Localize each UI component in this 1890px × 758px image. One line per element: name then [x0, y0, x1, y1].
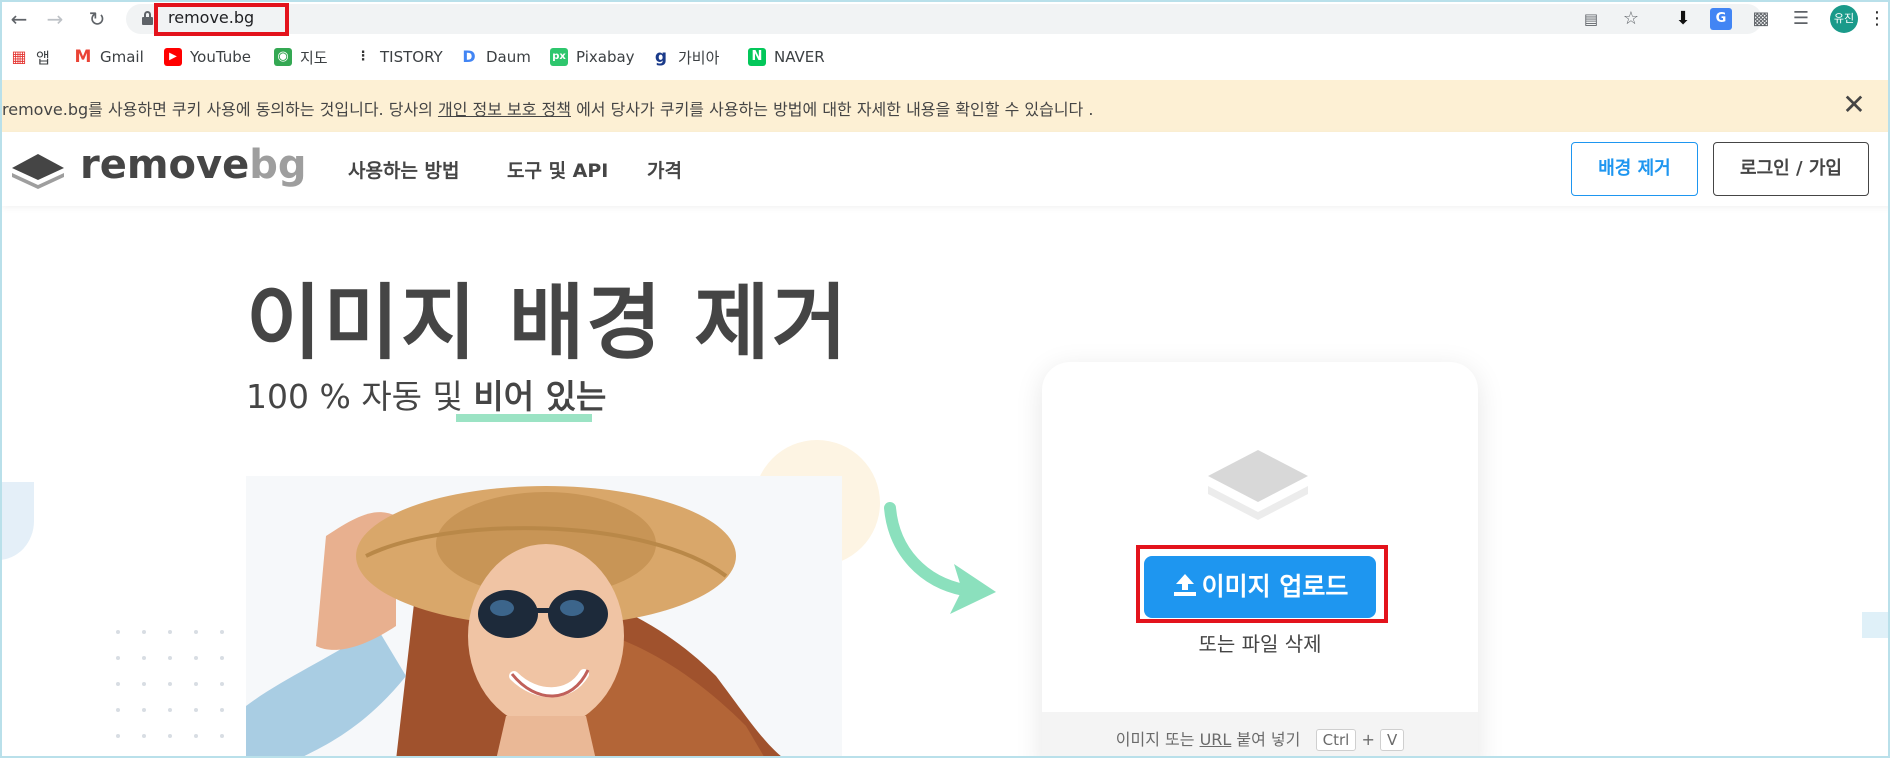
drop-file-text: 또는 파일 삭제: [1198, 632, 1322, 656]
extension-download-icon[interactable]: ⬇: [1672, 8, 1694, 30]
bookmark-label: TISTORY: [380, 48, 443, 66]
pixabay-icon: px: [550, 48, 568, 66]
dot-pattern: [116, 630, 224, 738]
reload-icon[interactable]: ↻: [84, 6, 110, 32]
site-header: removebg 사용하는 방법 도구 및 API 가격 배경 제거 로그인 /…: [2, 132, 1888, 206]
maps-icon: ◉: [274, 48, 292, 66]
lock-icon[interactable]: [142, 11, 153, 25]
bookmark-label: 지도: [300, 48, 328, 67]
paste-url-link[interactable]: URL: [1200, 730, 1232, 749]
bookmark-gabia[interactable]: g 가비아: [652, 46, 720, 68]
nav-how-to-use[interactable]: 사용하는 방법: [348, 156, 460, 183]
paste-hint: 이미지 또는 URL 붙여 넣기 Ctrl + V: [1042, 726, 1478, 751]
hero-subtitle-plain: 100 % 자동 및: [246, 377, 474, 416]
ctrl-key: Ctrl: [1315, 729, 1357, 751]
apps-grid-icon: ▦: [11, 47, 27, 66]
hero-subtitle: 100 % 자동 및 비어 있는: [246, 370, 606, 418]
remove-background-button[interactable]: 배경 제거: [1571, 142, 1698, 196]
playlist-icon[interactable]: ☰: [1790, 8, 1812, 30]
login-signup-button[interactable]: 로그인 / 가입: [1713, 142, 1869, 196]
google-translate-icon[interactable]: G: [1710, 8, 1732, 30]
plus-sign: +: [1361, 730, 1375, 749]
tistory-icon: ⋮: [356, 49, 370, 64]
bookmark-label: 가비아: [678, 48, 720, 67]
bookmark-naver[interactable]: N NAVER: [748, 46, 825, 68]
logo-text[interactable]: removebg: [80, 142, 306, 188]
bookmark-gmail[interactable]: M Gmail: [74, 46, 144, 68]
bookmark-pixabay[interactable]: px Pixabay: [550, 46, 635, 68]
v-key: V: [1379, 729, 1405, 751]
youtube-icon: ▶: [164, 48, 182, 66]
curved-arrow-icon: [884, 502, 996, 614]
address-bar[interactable]: [126, 4, 1762, 34]
cookie-banner: remove.bg를 사용하면 쿠키 사용에 동의하는 것입니다. 당사의 개인…: [2, 80, 1888, 132]
gabia-icon: g: [654, 47, 668, 67]
bookmark-apps[interactable]: ▦ 앱: [10, 46, 50, 68]
star-icon[interactable]: ☆: [1620, 8, 1642, 30]
browser-window: ← → ↻ remove.bg ▤ ☆ ⬇ G ▩ ☰ 유진 ⋮ ▦ 앱 M G…: [0, 0, 1890, 758]
cookie-text-before: remove.bg를 사용하면 쿠키 사용에 동의하는 것입니다. 당사의: [2, 100, 438, 119]
privacy-policy-link[interactable]: 개인 정보 보호 정책: [438, 100, 571, 119]
bookmark-label: Gmail: [100, 48, 144, 66]
decorative-shape: [1862, 612, 1888, 638]
paste-prefix: 이미지 또는: [1115, 730, 1200, 749]
upload-highlight-box: [1136, 545, 1388, 623]
bookmark-label: Pixabay: [576, 48, 635, 66]
nav-tools-api[interactable]: 도구 및 API: [507, 156, 608, 183]
forward-arrow-icon[interactable]: →: [42, 6, 68, 32]
bookmarks-bar: ▦ 앱 M Gmail ▶ YouTube ◉ 지도 ⋮ TISTORY D D…: [2, 42, 1888, 74]
sample-photo-woman-hat: [246, 476, 842, 756]
logo-layers-icon[interactable]: [10, 150, 66, 190]
cookie-text-after: 에서 당사가 쿠키를 사용하는 방법에 대한 자세한 내용을 확인할 수 있습니…: [571, 100, 1094, 119]
decorative-shape: [2, 482, 34, 560]
cookie-text: remove.bg를 사용하면 쿠키 사용에 동의하는 것입니다. 당사의 개인…: [2, 96, 1093, 120]
hero-subtitle-strong: 비어 있는: [473, 377, 607, 416]
close-icon[interactable]: ✕: [1840, 91, 1868, 120]
hero-title: 이미지 배경 제거: [246, 276, 850, 371]
bookmark-label: NAVER: [774, 48, 825, 66]
gmail-icon: M: [74, 47, 92, 67]
back-arrow-icon[interactable]: ←: [6, 6, 32, 32]
browser-toolbar: ← → ↻ remove.bg ▤ ☆ ⬇ G ▩ ☰ 유진 ⋮: [2, 2, 1888, 36]
logo-text-accent: bg: [249, 142, 307, 188]
profile-avatar[interactable]: 유진: [1830, 5, 1858, 33]
naver-icon: N: [748, 48, 766, 66]
bookmark-maps[interactable]: ◉ 지도: [274, 46, 328, 68]
bookmark-daum[interactable]: D Daum: [460, 46, 531, 68]
layers-icon: [1208, 450, 1308, 520]
bookmark-label: 앱: [36, 48, 50, 67]
paste-suffix: 붙여 넣기: [1231, 730, 1301, 749]
puzzle-icon[interactable]: ▩: [1750, 8, 1772, 30]
translate-icon[interactable]: ▤: [1580, 8, 1602, 30]
bookmark-label: Daum: [486, 48, 531, 66]
bookmark-tistory[interactable]: ⋮ TISTORY: [354, 46, 443, 68]
paste-footer: 이미지 또는 URL 붙여 넣기 Ctrl + V: [1042, 712, 1478, 756]
bookmark-label: YouTube: [190, 48, 251, 66]
url-highlight-box: [154, 3, 289, 36]
more-menu-icon[interactable]: ⋮: [1866, 8, 1888, 30]
logo-text-main: remove: [80, 142, 250, 188]
bookmark-youtube[interactable]: ▶ YouTube: [164, 46, 251, 68]
daum-icon: D: [462, 47, 476, 66]
nav-pricing[interactable]: 가격: [647, 156, 682, 183]
